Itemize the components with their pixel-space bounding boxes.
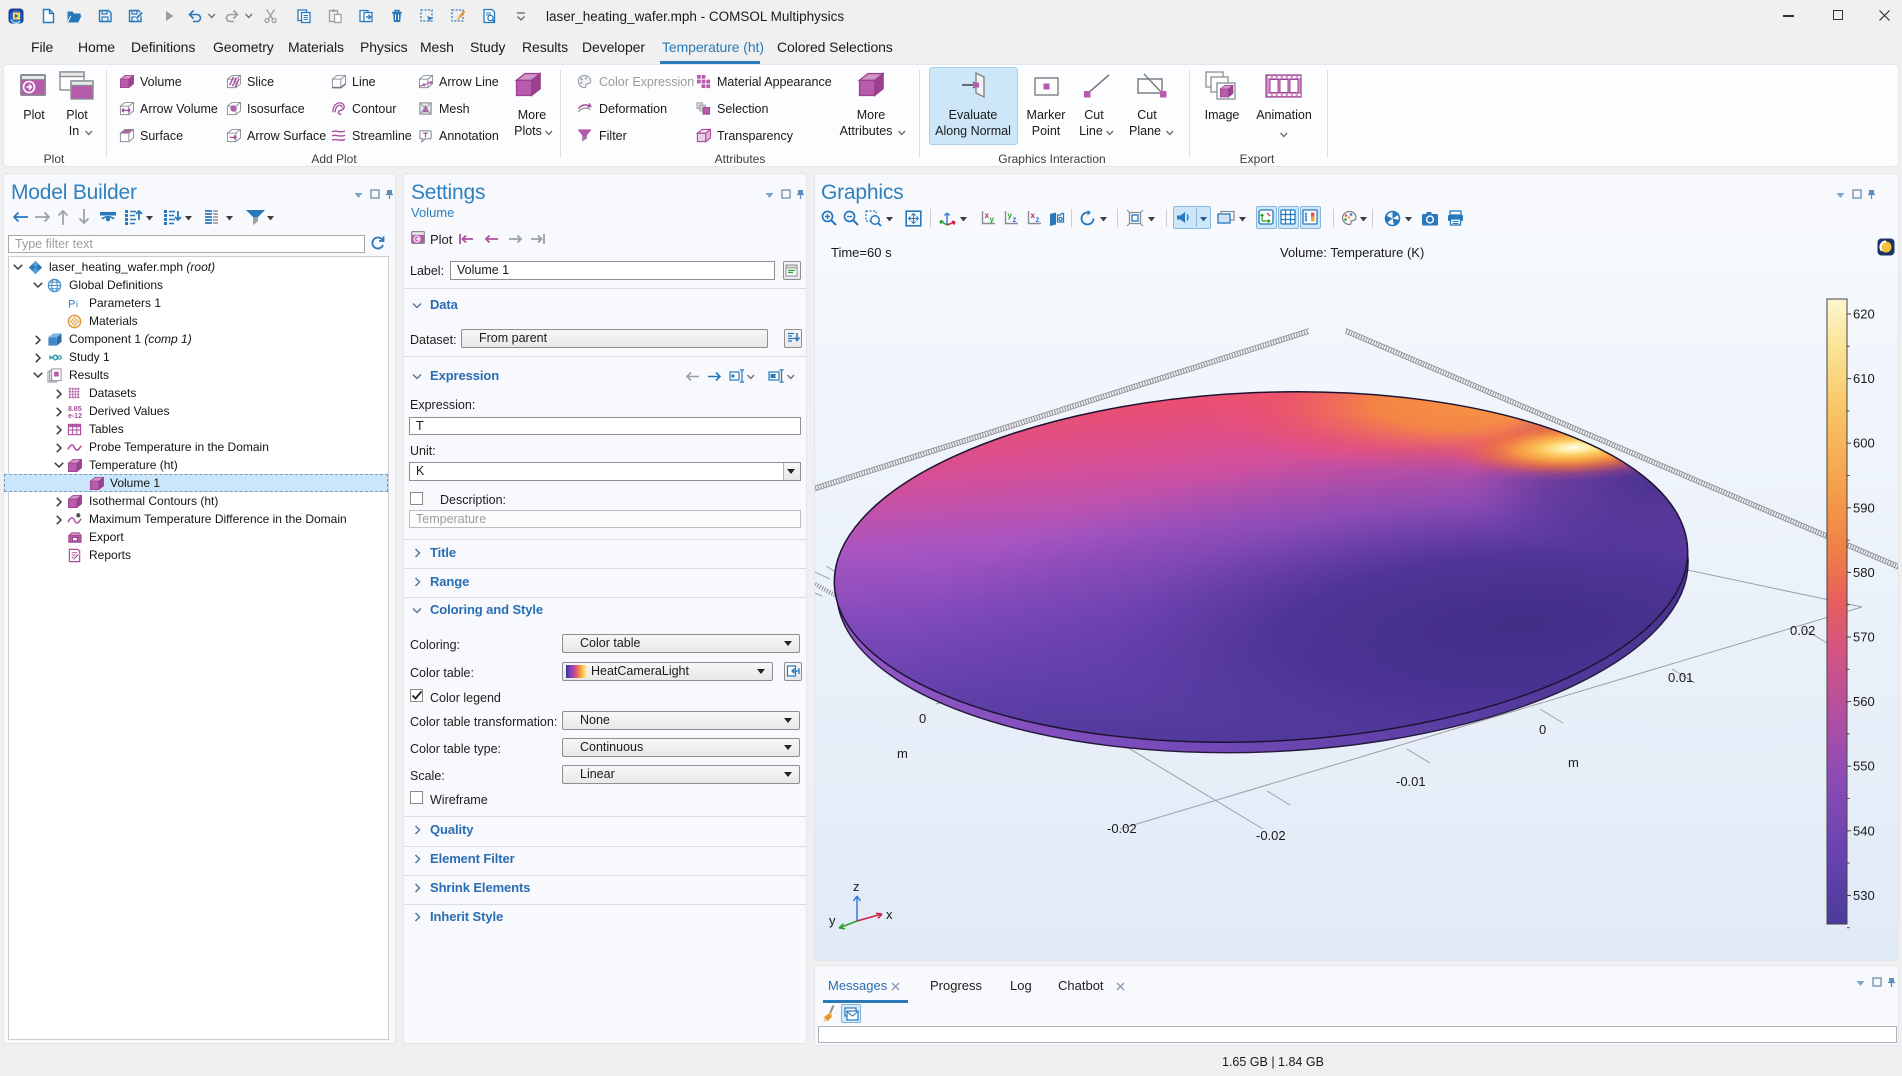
svg-text:e-12: e-12 (68, 413, 82, 419)
svg-text:z: z (853, 879, 860, 894)
svg-text:z: z (1013, 215, 1017, 224)
svg-text:570: 570 (1853, 630, 1875, 645)
svg-text:y: y (990, 215, 995, 224)
svg-text:550: 550 (1853, 759, 1875, 774)
svg-text:0: 0 (1539, 722, 1546, 737)
svg-text:P: P (68, 298, 76, 310)
svg-text:-0.02: -0.02 (1256, 828, 1286, 843)
svg-text:8.85: 8.85 (68, 406, 82, 413)
svg-text:580: 580 (1853, 565, 1875, 580)
svg-text:0.02: 0.02 (1790, 623, 1815, 638)
svg-text:530: 530 (1853, 888, 1875, 903)
svg-text:x: x (886, 907, 893, 922)
svg-text:540: 540 (1853, 823, 1875, 838)
svg-text:590: 590 (1853, 500, 1875, 515)
svg-text:600: 600 (1853, 436, 1875, 451)
svg-text:0: 0 (919, 711, 926, 726)
svg-text:610: 610 (1853, 371, 1875, 386)
svg-text:m: m (897, 746, 908, 761)
svg-text:-0.02: -0.02 (1107, 821, 1137, 836)
svg-text:i: i (76, 299, 78, 309)
svg-text:z: z (1036, 215, 1040, 224)
svg-text:-0.01: -0.01 (1396, 774, 1426, 789)
svg-text:560: 560 (1853, 694, 1875, 709)
svg-text:y: y (829, 913, 836, 928)
svg-text:m: m (1568, 755, 1579, 770)
svg-text:620: 620 (1853, 307, 1875, 322)
svg-text:0.01: 0.01 (1668, 670, 1693, 685)
